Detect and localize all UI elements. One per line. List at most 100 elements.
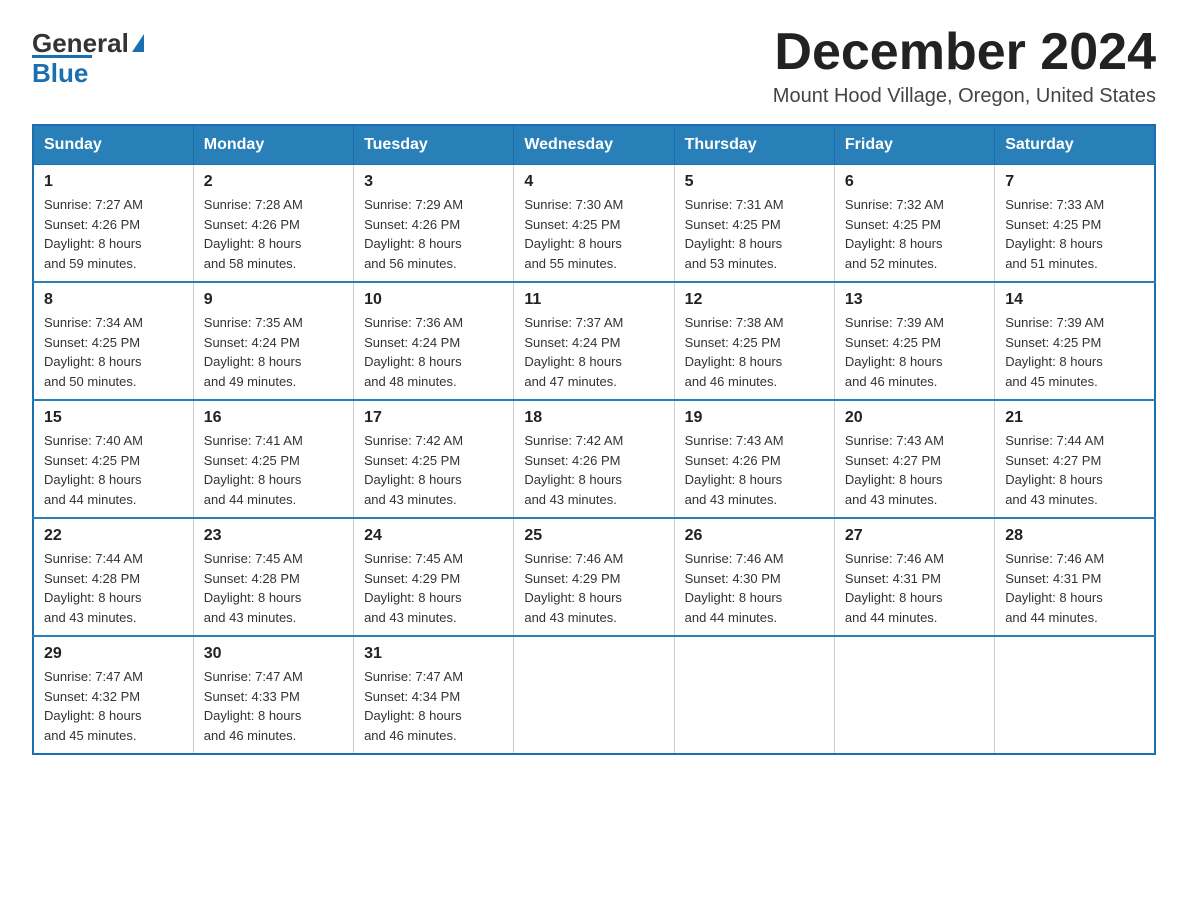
calendar-cell: 13 Sunrise: 7:39 AMSunset: 4:25 PMDaylig… [834, 282, 994, 400]
col-header-tuesday: Tuesday [354, 125, 514, 165]
calendar-cell: 4 Sunrise: 7:30 AMSunset: 4:25 PMDayligh… [514, 165, 674, 283]
day-number: 20 [845, 409, 984, 427]
calendar-cell: 30 Sunrise: 7:47 AMSunset: 4:33 PMDaylig… [193, 636, 353, 754]
col-header-monday: Monday [193, 125, 353, 165]
day-info: Sunrise: 7:44 AMSunset: 4:27 PMDaylight:… [1005, 431, 1144, 509]
day-info: Sunrise: 7:47 AMSunset: 4:33 PMDaylight:… [204, 667, 343, 745]
day-info: Sunrise: 7:34 AMSunset: 4:25 PMDaylight:… [44, 313, 183, 391]
day-info: Sunrise: 7:45 AMSunset: 4:28 PMDaylight:… [204, 549, 343, 627]
calendar-cell [674, 636, 834, 754]
logo: General Blue [32, 28, 144, 89]
calendar-header-row: SundayMondayTuesdayWednesdayThursdayFrid… [33, 125, 1155, 165]
day-number: 16 [204, 409, 343, 427]
day-number: 7 [1005, 173, 1144, 191]
calendar-cell: 1 Sunrise: 7:27 AMSunset: 4:26 PMDayligh… [33, 165, 193, 283]
day-number: 14 [1005, 291, 1144, 309]
calendar-cell: 3 Sunrise: 7:29 AMSunset: 4:26 PMDayligh… [354, 165, 514, 283]
day-number: 17 [364, 409, 503, 427]
day-info: Sunrise: 7:32 AMSunset: 4:25 PMDaylight:… [845, 195, 984, 273]
day-info: Sunrise: 7:46 AMSunset: 4:31 PMDaylight:… [1005, 549, 1144, 627]
calendar-cell: 9 Sunrise: 7:35 AMSunset: 4:24 PMDayligh… [193, 282, 353, 400]
month-title: December 2024 [773, 24, 1156, 81]
day-number: 25 [524, 527, 663, 545]
day-info: Sunrise: 7:45 AMSunset: 4:29 PMDaylight:… [364, 549, 503, 627]
title-block: December 2024 Mount Hood Village, Oregon… [773, 24, 1156, 108]
page-header: General Blue December 2024 Mount Hood Vi… [32, 24, 1156, 108]
day-number: 18 [524, 409, 663, 427]
calendar-cell: 19 Sunrise: 7:43 AMSunset: 4:26 PMDaylig… [674, 400, 834, 518]
calendar-cell: 24 Sunrise: 7:45 AMSunset: 4:29 PMDaylig… [354, 518, 514, 636]
day-number: 28 [1005, 527, 1144, 545]
day-number: 11 [524, 291, 663, 309]
calendar-week-row: 8 Sunrise: 7:34 AMSunset: 4:25 PMDayligh… [33, 282, 1155, 400]
day-number: 3 [364, 173, 503, 191]
calendar-cell: 22 Sunrise: 7:44 AMSunset: 4:28 PMDaylig… [33, 518, 193, 636]
day-info: Sunrise: 7:43 AMSunset: 4:27 PMDaylight:… [845, 431, 984, 509]
col-header-friday: Friday [834, 125, 994, 165]
day-info: Sunrise: 7:35 AMSunset: 4:24 PMDaylight:… [204, 313, 343, 391]
calendar-cell: 18 Sunrise: 7:42 AMSunset: 4:26 PMDaylig… [514, 400, 674, 518]
calendar-cell: 29 Sunrise: 7:47 AMSunset: 4:32 PMDaylig… [33, 636, 193, 754]
calendar-cell: 28 Sunrise: 7:46 AMSunset: 4:31 PMDaylig… [995, 518, 1155, 636]
day-number: 31 [364, 645, 503, 663]
day-info: Sunrise: 7:41 AMSunset: 4:25 PMDaylight:… [204, 431, 343, 509]
calendar-cell: 26 Sunrise: 7:46 AMSunset: 4:30 PMDaylig… [674, 518, 834, 636]
day-info: Sunrise: 7:46 AMSunset: 4:30 PMDaylight:… [685, 549, 824, 627]
calendar-cell: 31 Sunrise: 7:47 AMSunset: 4:34 PMDaylig… [354, 636, 514, 754]
day-info: Sunrise: 7:37 AMSunset: 4:24 PMDaylight:… [524, 313, 663, 391]
day-number: 19 [685, 409, 824, 427]
calendar-cell [834, 636, 994, 754]
calendar-cell: 14 Sunrise: 7:39 AMSunset: 4:25 PMDaylig… [995, 282, 1155, 400]
day-info: Sunrise: 7:39 AMSunset: 4:25 PMDaylight:… [845, 313, 984, 391]
day-number: 9 [204, 291, 343, 309]
calendar-cell [995, 636, 1155, 754]
calendar-cell: 10 Sunrise: 7:36 AMSunset: 4:24 PMDaylig… [354, 282, 514, 400]
day-number: 5 [685, 173, 824, 191]
day-info: Sunrise: 7:33 AMSunset: 4:25 PMDaylight:… [1005, 195, 1144, 273]
day-number: 1 [44, 173, 183, 191]
calendar-cell: 20 Sunrise: 7:43 AMSunset: 4:27 PMDaylig… [834, 400, 994, 518]
day-info: Sunrise: 7:46 AMSunset: 4:31 PMDaylight:… [845, 549, 984, 627]
day-info: Sunrise: 7:46 AMSunset: 4:29 PMDaylight:… [524, 549, 663, 627]
calendar-cell: 6 Sunrise: 7:32 AMSunset: 4:25 PMDayligh… [834, 165, 994, 283]
calendar-cell [514, 636, 674, 754]
calendar-cell: 5 Sunrise: 7:31 AMSunset: 4:25 PMDayligh… [674, 165, 834, 283]
calendar-cell: 8 Sunrise: 7:34 AMSunset: 4:25 PMDayligh… [33, 282, 193, 400]
day-number: 30 [204, 645, 343, 663]
calendar-cell: 15 Sunrise: 7:40 AMSunset: 4:25 PMDaylig… [33, 400, 193, 518]
calendar-cell: 21 Sunrise: 7:44 AMSunset: 4:27 PMDaylig… [995, 400, 1155, 518]
calendar-week-row: 29 Sunrise: 7:47 AMSunset: 4:32 PMDaylig… [33, 636, 1155, 754]
day-info: Sunrise: 7:30 AMSunset: 4:25 PMDaylight:… [524, 195, 663, 273]
logo-blue-text: Blue [32, 58, 88, 88]
col-header-sunday: Sunday [33, 125, 193, 165]
day-number: 22 [44, 527, 183, 545]
calendar-cell: 23 Sunrise: 7:45 AMSunset: 4:28 PMDaylig… [193, 518, 353, 636]
calendar-cell: 16 Sunrise: 7:41 AMSunset: 4:25 PMDaylig… [193, 400, 353, 518]
day-info: Sunrise: 7:27 AMSunset: 4:26 PMDaylight:… [44, 195, 183, 273]
day-number: 15 [44, 409, 183, 427]
calendar-cell: 17 Sunrise: 7:42 AMSunset: 4:25 PMDaylig… [354, 400, 514, 518]
location-title: Mount Hood Village, Oregon, United State… [773, 85, 1156, 108]
day-number: 27 [845, 527, 984, 545]
day-number: 6 [845, 173, 984, 191]
day-number: 2 [204, 173, 343, 191]
logo-triangle-icon [132, 34, 144, 52]
day-number: 26 [685, 527, 824, 545]
day-number: 4 [524, 173, 663, 191]
day-info: Sunrise: 7:42 AMSunset: 4:25 PMDaylight:… [364, 431, 503, 509]
day-info: Sunrise: 7:39 AMSunset: 4:25 PMDaylight:… [1005, 313, 1144, 391]
col-header-thursday: Thursday [674, 125, 834, 165]
day-number: 8 [44, 291, 183, 309]
day-number: 21 [1005, 409, 1144, 427]
day-number: 23 [204, 527, 343, 545]
calendar-cell: 12 Sunrise: 7:38 AMSunset: 4:25 PMDaylig… [674, 282, 834, 400]
day-info: Sunrise: 7:28 AMSunset: 4:26 PMDaylight:… [204, 195, 343, 273]
day-info: Sunrise: 7:47 AMSunset: 4:32 PMDaylight:… [44, 667, 183, 745]
day-info: Sunrise: 7:44 AMSunset: 4:28 PMDaylight:… [44, 549, 183, 627]
day-info: Sunrise: 7:42 AMSunset: 4:26 PMDaylight:… [524, 431, 663, 509]
day-number: 10 [364, 291, 503, 309]
day-info: Sunrise: 7:36 AMSunset: 4:24 PMDaylight:… [364, 313, 503, 391]
day-info: Sunrise: 7:38 AMSunset: 4:25 PMDaylight:… [685, 313, 824, 391]
day-number: 13 [845, 291, 984, 309]
day-number: 12 [685, 291, 824, 309]
